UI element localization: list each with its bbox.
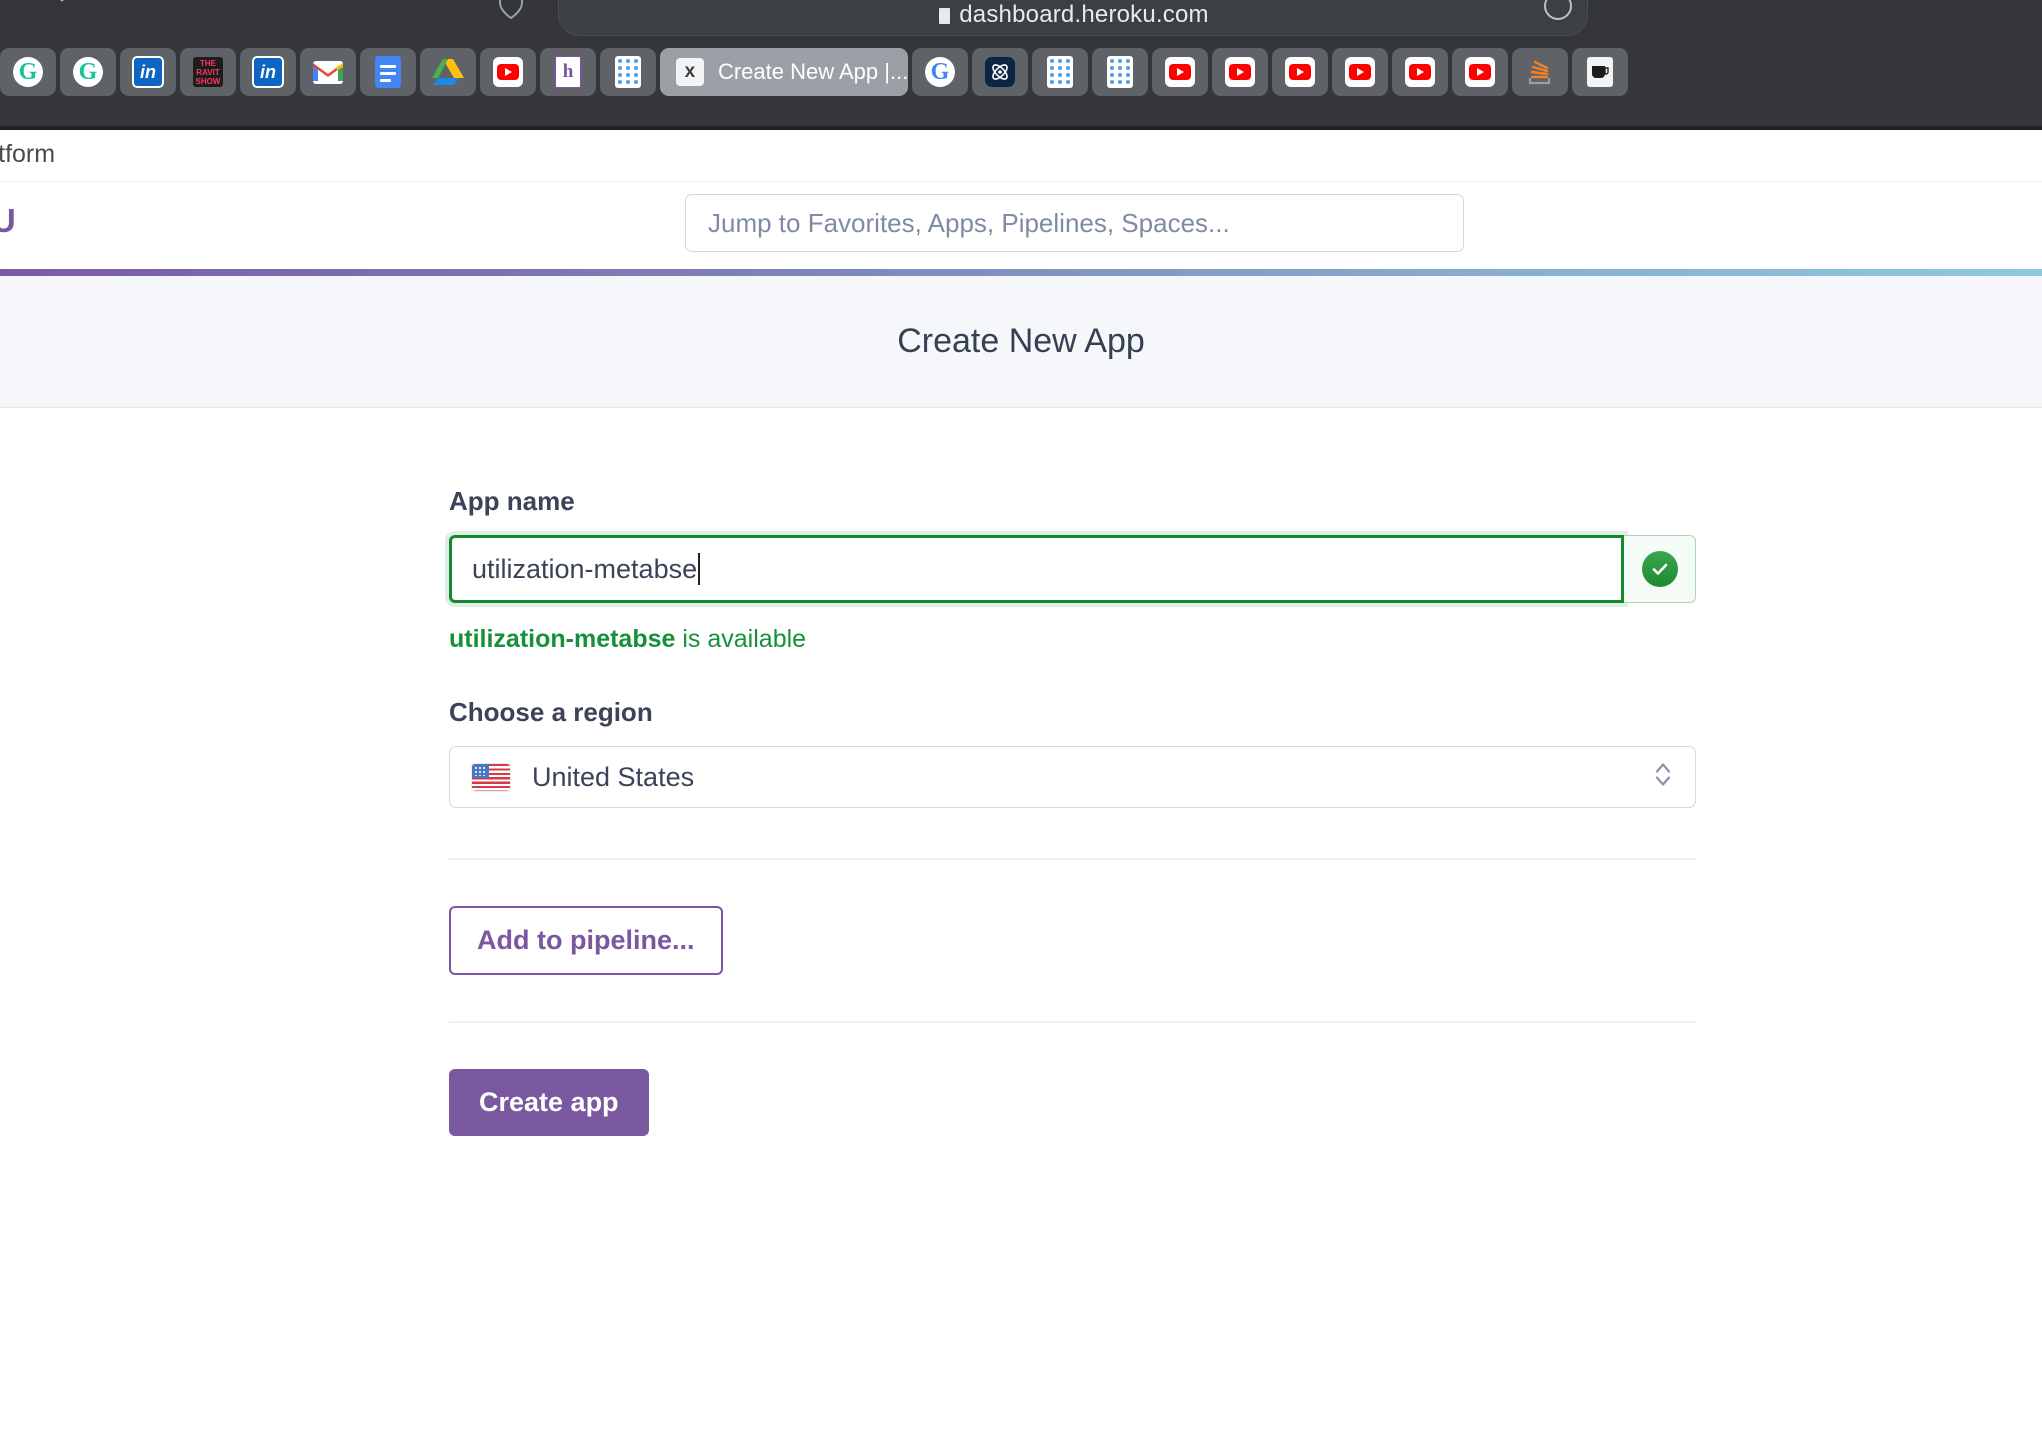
browser-tab-active[interactable]: x Create New App |... xyxy=(660,48,908,96)
metabase-icon xyxy=(612,56,644,88)
shield-icon[interactable] xyxy=(498,0,524,20)
browser-tab[interactable]: G xyxy=(0,48,56,96)
browser-tab[interactable] xyxy=(972,48,1028,96)
app-name-value: utilization-metabse xyxy=(472,553,698,584)
browser-tab[interactable] xyxy=(360,48,416,96)
browser-tab[interactable]: h xyxy=(540,48,596,96)
back-arrow-icon[interactable] xyxy=(48,0,88,18)
heroku-logo[interactable]: KU xyxy=(0,202,17,240)
grammarly-icon: G xyxy=(72,56,104,88)
youtube-icon xyxy=(1464,56,1496,88)
gmail-icon xyxy=(312,56,344,88)
browser-tab[interactable] xyxy=(300,48,356,96)
browser-tab[interactable] xyxy=(1332,48,1388,96)
youtube-icon xyxy=(492,56,524,88)
google-drive-icon xyxy=(432,56,464,88)
browser-tab-title: Create New App |... xyxy=(717,59,908,84)
availability-suffix: is available xyxy=(675,625,807,653)
x-favicon: x xyxy=(674,56,706,88)
browser-tab[interactable] xyxy=(1272,48,1328,96)
google-docs-icon xyxy=(372,56,404,88)
region-selected-value: United States xyxy=(532,761,695,792)
heroku-platform-bar: Platform xyxy=(0,130,2042,182)
browser-tab[interactable]: in xyxy=(240,48,296,96)
metabase-icon xyxy=(1104,56,1136,88)
us-flag-icon xyxy=(472,763,510,791)
browser-tab[interactable] xyxy=(1092,48,1148,96)
browser-tab[interactable] xyxy=(1032,48,1088,96)
create-app-button[interactable]: Create app xyxy=(449,1069,649,1136)
google-icon: G xyxy=(924,56,956,88)
browser-tab[interactable]: in xyxy=(120,48,176,96)
app-name-label: App name xyxy=(449,486,575,516)
metabase-icon xyxy=(1044,56,1076,88)
region-select[interactable]: United States xyxy=(449,746,1696,808)
search-input[interactable] xyxy=(685,194,1464,252)
app-name-input[interactable]: utilization-metabse xyxy=(449,535,1624,603)
availability-app-name: utilization-metabse xyxy=(449,625,676,653)
linkedin-icon: in xyxy=(132,56,164,88)
cup-icon xyxy=(1584,56,1616,88)
text-caret xyxy=(698,553,701,585)
create-app-form: App name utilization-metabse utilization… xyxy=(0,408,2042,1438)
availability-message: utilization-metabse is available xyxy=(449,625,1696,654)
browser-tab[interactable]: G xyxy=(912,48,968,96)
youtube-icon xyxy=(1224,56,1256,88)
check-circle-icon xyxy=(1641,551,1678,587)
atom-icon xyxy=(984,56,1016,88)
platform-label[interactable]: Platform xyxy=(0,140,55,169)
region-label: Choose a region xyxy=(449,697,653,727)
browser-chrome: dashboard.heroku.com G Gin THE RAVIT SHOW in h… xyxy=(0,0,2042,130)
browser-tab[interactable] xyxy=(1212,48,1268,96)
app-name-status xyxy=(1624,535,1696,603)
youtube-icon xyxy=(1404,56,1436,88)
stackoverflow-icon xyxy=(1524,56,1556,88)
grammarly-icon: G xyxy=(12,56,44,88)
chevron-updown-icon[interactable] xyxy=(1653,760,1673,795)
omnibox[interactable]: dashboard.heroku.com xyxy=(558,0,1588,36)
youtube-icon xyxy=(1284,56,1316,88)
browser-tab[interactable]: THE RAVIT SHOW xyxy=(180,48,236,96)
omnibox-url-text: dashboard.heroku.com xyxy=(559,1,1589,29)
linkedin-icon: in xyxy=(252,56,284,88)
heroku-icon: h xyxy=(552,56,584,88)
browser-tab[interactable]: G xyxy=(60,48,116,96)
divider-top xyxy=(449,858,1696,860)
youtube-icon xyxy=(1164,56,1196,88)
browser-tab[interactable] xyxy=(1392,48,1448,96)
page-title: Create New App xyxy=(897,322,1145,360)
page-banner: Create New App xyxy=(0,276,2042,408)
divider-bottom xyxy=(449,1021,1696,1023)
brand-gradient-bar xyxy=(0,269,2042,276)
browser-tab[interactable] xyxy=(420,48,476,96)
app-name-row: utilization-metabse xyxy=(449,535,1696,603)
browser-tab[interactable] xyxy=(1452,48,1508,96)
add-to-pipeline-button[interactable]: Add to pipeline... xyxy=(449,906,723,975)
tab-strip: G Gin THE RAVIT SHOW in h x Create New App |... G xyxy=(0,46,1628,98)
ravit-show-icon: THE RAVIT SHOW xyxy=(192,56,224,88)
document-icon xyxy=(939,8,951,24)
browser-tab[interactable] xyxy=(1152,48,1208,96)
browser-tab[interactable] xyxy=(1512,48,1568,96)
youtube-icon xyxy=(1344,56,1376,88)
browser-tab[interactable] xyxy=(1572,48,1628,96)
browser-tab[interactable] xyxy=(480,48,536,96)
browser-tab[interactable] xyxy=(600,48,656,96)
